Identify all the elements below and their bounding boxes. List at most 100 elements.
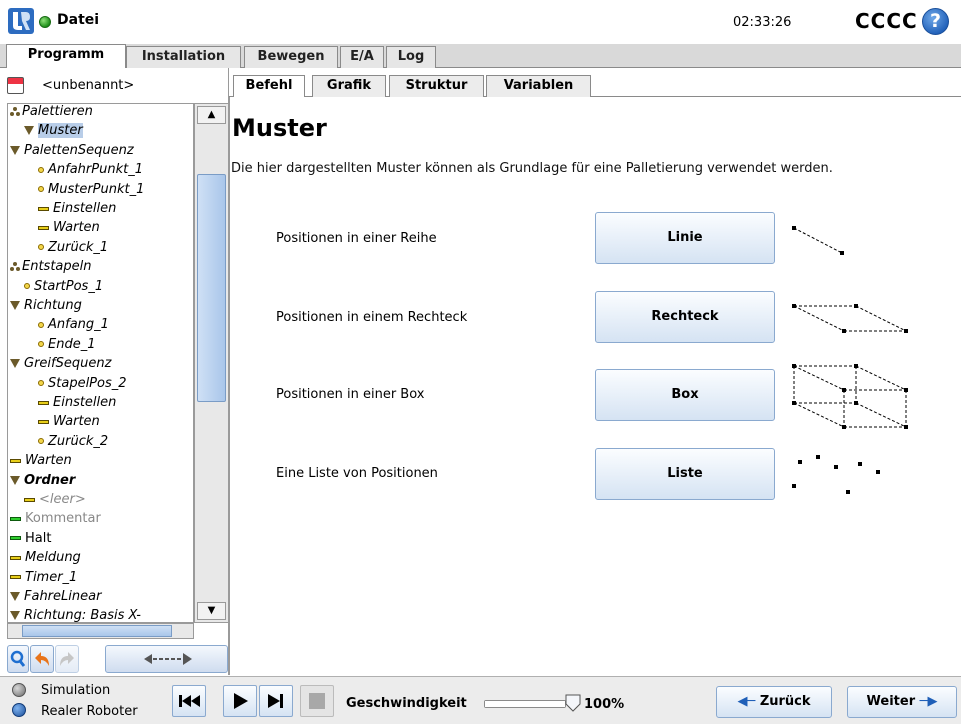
green-bar-icon [10, 536, 21, 541]
play-button[interactable] [223, 685, 257, 717]
tree-node[interactable]: Meldung [10, 549, 81, 568]
scroll-up-icon[interactable]: ▲ [197, 106, 226, 124]
row-label-line: Positionen in einer Reihe [276, 231, 437, 246]
skip-back-button[interactable] [172, 685, 206, 717]
tab-bewegen[interactable]: Bewegen [244, 46, 338, 68]
tab-variablen[interactable]: Variablen [486, 75, 591, 97]
tab-grafik[interactable]: Grafik [312, 75, 386, 97]
back-button[interactable]: ◀─ Zurück [716, 686, 832, 718]
simulation-label[interactable]: Simulation [41, 683, 110, 698]
triangle-icon [10, 475, 20, 485]
real-robot-radio-icon[interactable] [12, 703, 26, 717]
tree-node[interactable]: Entstapeln [10, 258, 92, 277]
tree-node[interactable]: Warten [38, 219, 100, 238]
save-icon[interactable] [7, 77, 24, 94]
tree-node[interactable]: Anfang_1 [38, 316, 109, 335]
tree-node[interactable]: StartPos_1 [24, 278, 103, 297]
tree-node-label: Zurück_1 [48, 239, 109, 255]
tree-node[interactable]: Zurück_2 [38, 433, 108, 452]
bar-icon [38, 206, 49, 211]
clock: 02:33:26 [733, 15, 792, 30]
tree-node[interactable]: Einstellen [38, 200, 116, 219]
tree-node[interactable]: Einstellen [38, 394, 116, 413]
tree-node-label: Meldung [25, 550, 81, 566]
tree-node[interactable]: PalettenSequenz [10, 142, 134, 161]
tree-node[interactable]: Warten [38, 413, 100, 432]
main-tabs: Programm Installation Bewegen E/A Log [0, 44, 961, 69]
redo-icon[interactable] [55, 645, 79, 673]
undo-icon[interactable] [30, 645, 54, 673]
tab-log[interactable]: Log [386, 46, 436, 68]
back-label: Zurück [759, 694, 811, 709]
stop-button[interactable] [300, 685, 334, 717]
tree-node-label: Kommentar [25, 511, 101, 527]
tree-node[interactable]: AnfahrPunkt_1 [38, 161, 143, 180]
bar-icon [38, 419, 49, 424]
tab-struktur[interactable]: Struktur [389, 75, 484, 97]
expand-arrows-icon[interactable] [105, 645, 228, 673]
list-pattern-button[interactable]: Liste [595, 448, 775, 500]
list-pattern-icon [792, 455, 880, 494]
triangle-icon [10, 611, 20, 621]
tree-node[interactable]: Ende_1 [38, 336, 95, 355]
row-label-box: Positionen in einer Box [276, 387, 425, 402]
pallet-icon [10, 261, 20, 272]
file-menu[interactable]: Datei [57, 12, 99, 28]
scroll-thumb[interactable] [197, 174, 226, 402]
tree-node[interactable]: Timer_1 [10, 569, 77, 588]
search-icon[interactable] [7, 645, 29, 673]
tree-node[interactable]: Ordner [10, 472, 75, 491]
box-pattern-button[interactable]: Box [595, 369, 775, 421]
bar-icon [38, 225, 49, 230]
rectangle-pattern-button[interactable]: Rechteck [595, 291, 775, 343]
tree-vertical-scrollbar[interactable]: ▲ ▼ [194, 103, 229, 623]
robot-status-icon[interactable] [39, 16, 51, 28]
tree-node[interactable]: Halt [10, 530, 51, 549]
tree-node-label: Zurück_2 [48, 433, 109, 449]
tree-node[interactable]: Richtung [10, 297, 82, 316]
next-button[interactable]: Weiter ─▶ [847, 686, 957, 718]
horizontal-scroll-thumb[interactable] [22, 625, 172, 637]
waypoint-icon [38, 438, 44, 445]
tree-node-label: Palettieren [22, 104, 93, 119]
tree-node-label: Halt [25, 530, 52, 546]
bar-icon [10, 575, 21, 580]
simulation-radio-icon[interactable] [12, 683, 26, 697]
tree-horizontal-scrollbar[interactable] [7, 623, 194, 639]
bar-icon [38, 400, 49, 405]
tab-ea[interactable]: E/A [340, 46, 384, 68]
tree-node[interactable]: Zurück_1 [38, 239, 108, 258]
tree-node-label: Einstellen [53, 201, 117, 216]
tree-node[interactable]: GreifSequenz [10, 355, 111, 374]
help-icon[interactable]: ? [922, 8, 949, 35]
tree-node[interactable]: Muster [24, 122, 83, 141]
tree-node[interactable]: Kommentar [10, 510, 101, 529]
real-robot-label[interactable]: Realer Roboter [41, 704, 138, 719]
tree-node[interactable]: Palettieren [10, 104, 93, 122]
content-tabs: Befehl Grafik Struktur Variablen [229, 75, 961, 98]
tree-node[interactable]: FahreLinear [10, 588, 101, 607]
waypoint-icon [38, 166, 44, 173]
line-pattern-button[interactable]: Linie [595, 212, 775, 264]
tree-node[interactable]: StapelPos_2 [38, 375, 127, 394]
tree-node[interactable]: MusterPunkt_1 [38, 181, 144, 200]
tree-node-label: Richtung [24, 298, 82, 313]
program-name: <unbenannt> [42, 78, 135, 93]
tree-node[interactable]: Warten [10, 452, 72, 471]
scroll-down-icon[interactable]: ▼ [197, 602, 226, 620]
waypoint-icon [38, 244, 44, 251]
tree-node[interactable]: Richtung: Basis X- [10, 607, 141, 622]
triangle-icon [10, 145, 20, 155]
tree-node-label: Einstellen [53, 395, 117, 410]
green-bar-icon [10, 516, 21, 521]
tab-installation[interactable]: Installation [126, 46, 241, 68]
speed-slider-handle-icon[interactable] [564, 693, 582, 713]
box-pattern-icon [792, 364, 908, 429]
speed-slider[interactable] [484, 700, 566, 708]
step-button[interactable] [259, 685, 293, 717]
tab-programm[interactable]: Programm [6, 44, 126, 69]
tree-node-label: AnfahrPunkt_1 [48, 162, 143, 178]
tree-node[interactable]: <leer> [24, 491, 86, 510]
tree-toolbar [7, 645, 229, 675]
tab-befehl[interactable]: Befehl [233, 75, 305, 98]
